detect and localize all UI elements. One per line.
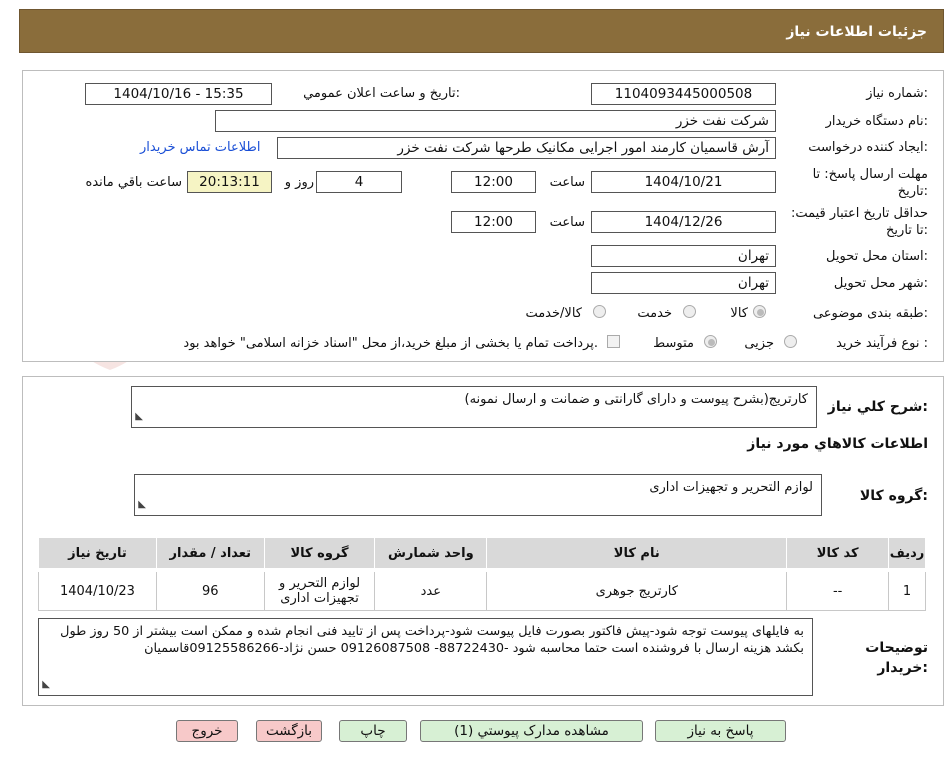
treasury-checkbox[interactable] (607, 335, 620, 348)
requester-field: آرش قاسمیان کارمند امور اجرایی مکانیک طر… (277, 137, 776, 159)
deadline-time-field: 12:00 (451, 171, 536, 193)
category-radio-goods-service[interactable] (593, 305, 606, 318)
resize-grip-icon[interactable]: ◢ (37, 681, 54, 689)
goods-group-label: گروه کالا: (859, 488, 928, 504)
need-number-label: شماره نیاز: (866, 86, 928, 101)
deadline-time-label: ساعت (549, 175, 585, 190)
col-header-code: کد کالا (786, 537, 890, 572)
reply-button[interactable]: پاسخ به نیاز (655, 720, 786, 742)
days-remaining-field: 4 (316, 171, 402, 193)
validity-label: حداقل تاریخ اعتبار قیمت: تا تاریخ: (790, 206, 928, 238)
process-option-minor: جزیی (744, 336, 774, 351)
city-label: شهر محل تحویل: (833, 276, 928, 291)
page-title: جزئیات اطلاعات نیاز (786, 24, 927, 40)
col-header-row-number: ردیف (888, 537, 926, 572)
deadline-date-field: 1404/10/21 (591, 171, 776, 193)
exit-button[interactable]: خروج (176, 720, 238, 742)
description-label: شرح کلي نیاز: (827, 399, 928, 415)
view-attachments-button[interactable]: مشاهده مدارک پیوستي (1) (420, 720, 643, 742)
province-label: استان محل تحویل: (826, 249, 928, 264)
buyer-notes-label: توضیحات خریدار: (865, 640, 928, 676)
print-button[interactable]: چاپ (339, 720, 407, 742)
validity-time-label: ساعت (549, 215, 585, 230)
need-number-field: 1104093445000508 (591, 83, 776, 105)
col-header-unit: واحد شمارش (374, 537, 488, 572)
days-label: روز و (284, 175, 314, 190)
cell-unit: عدد (374, 569, 488, 611)
items-table: ردیف کد کالا نام کالا واحد شمارش گروه کا… (38, 537, 926, 611)
resize-grip-icon[interactable]: ◢ (133, 501, 150, 509)
cell-row-number: 1 (888, 569, 926, 611)
process-option-medium: متوسط (653, 336, 694, 351)
announce-label: تاریخ و ساعت اعلان عمومي: (303, 86, 460, 101)
process-radio-medium[interactable] (704, 335, 717, 348)
col-header-group: گروه کالا (263, 537, 376, 572)
resize-grip-icon[interactable]: ◢ (130, 413, 147, 421)
city-field: تهران (591, 272, 776, 294)
col-header-quantity: تعداد / مقدار (155, 537, 265, 572)
cell-group: لوازم التحریر و تجهیزات اداری (263, 569, 376, 611)
category-option-service: خدمت (637, 306, 672, 321)
col-header-date: تاریخ نیاز (38, 537, 157, 572)
announce-field: 1404/10/16 - 15:35 (85, 83, 272, 105)
cell-date: 1404/10/23 (38, 569, 157, 611)
validity-date-field: 1404/12/26 (591, 211, 776, 233)
description-textarea: کارتریج(بشرح پیوست و دارای گارانتی و ضما… (131, 386, 817, 428)
validity-time-field: 12:00 (451, 211, 536, 233)
process-note: پرداخت تمام یا بخشی از مبلغ خرید،از محل … (183, 336, 598, 351)
back-button[interactable]: بازگشت (256, 720, 322, 742)
buyer-org-label: نام دستگاه خریدار: (825, 114, 928, 129)
province-field: تهران (591, 245, 776, 267)
cell-name: کارتریج جوهری (486, 569, 788, 611)
deadline-label: مهلت ارسال پاسخ: تا تاریخ: (812, 167, 928, 199)
buyer-contact-link[interactable]: اطلاعات تماس خریدار (140, 140, 260, 155)
goods-group-text: لوازم التحریر و تجهیزات اداری (649, 480, 813, 495)
category-radio-goods[interactable] (753, 305, 766, 318)
remaining-time-field: 20:13:11 (187, 171, 272, 193)
cell-code: -- (786, 569, 890, 611)
buyer-org-field: شرکت نفت خزر (215, 110, 776, 132)
buyer-notes-text: به فایلهای پیوست توجه شود-پیش فاکتور بصو… (60, 624, 804, 656)
category-option-goods-service: کالا/خدمت (525, 306, 582, 321)
description-text: کارتریج(بشرح پیوست و دارای گارانتی و ضما… (464, 392, 809, 407)
remaining-label: ساعت باقي مانده (85, 175, 182, 190)
category-radio-service[interactable] (683, 305, 696, 318)
page-header: جزئیات اطلاعات نیاز (19, 9, 944, 53)
category-option-goods: کالا (730, 306, 748, 321)
table-row: 1 -- کارتریج جوهری عدد لوازم التحریر و ت… (38, 569, 926, 611)
table-header-row: ردیف کد کالا نام کالا واحد شمارش گروه کا… (38, 537, 926, 572)
col-header-name: نام کالا (486, 537, 788, 572)
buyer-notes-textarea: به فایلهای پیوست توجه شود-پیش فاکتور بصو… (38, 618, 813, 696)
cell-quantity: 96 (155, 569, 265, 611)
items-section-title: اطلاعات کالاهاي مورد نیاز (747, 436, 928, 452)
category-label: طبقه بندی موضوعی: (812, 306, 928, 321)
process-radio-minor[interactable] (784, 335, 797, 348)
process-label: نوع فرآیند خرید : (836, 336, 928, 351)
requester-label: ایجاد کننده درخواست: (808, 140, 928, 155)
goods-group-textarea: لوازم التحریر و تجهیزات اداری ◢ (134, 474, 822, 516)
